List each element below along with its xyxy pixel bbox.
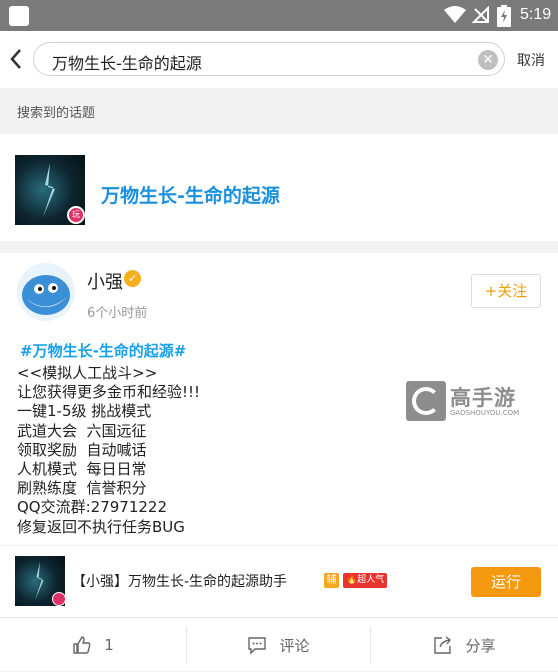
topic-result[interactable]: 玩 万物生长-生命的起源 — [0, 134, 558, 241]
share-icon — [434, 636, 452, 654]
game-badge — [52, 592, 66, 606]
action-bar: 1 评论 分享 — [0, 617, 558, 671]
search-input[interactable]: 万物生长-生命的起源 ✕ — [33, 42, 505, 76]
status-bar: 5:19 — [0, 0, 558, 31]
section-label: 搜索到的话题 — [17, 106, 96, 121]
share-label: 分享 — [465, 636, 496, 655]
back-arrow-icon[interactable] — [8, 47, 24, 71]
post-topic-tag[interactable]: #万物生长-生命的起源# — [20, 340, 186, 361]
avatar[interactable] — [17, 263, 75, 321]
post-card: 小强 ✓ 6个小时前 +关注 #万物生长-生命的起源# <<模拟人工战斗>> 让… — [0, 253, 558, 545]
run-button[interactable]: 运行 — [471, 567, 541, 597]
post-line: 领取奖励 自动喊话 — [17, 440, 147, 459]
thumbs-up-icon — [73, 636, 91, 654]
post-line: 刷熟练度 信誉积分 — [17, 479, 147, 498]
search-header: 万物生长-生命的起源 ✕ 取消 — [0, 31, 558, 88]
assistant-card[interactable]: 【小强】万物生长-生命的起源助手 辅 🔥超人气 运行 — [0, 545, 558, 617]
watermark-url: GAOSHOUYOU.COM — [450, 409, 520, 417]
clear-icon[interactable]: ✕ — [478, 50, 498, 70]
post-line: QQ交流群:27971222 — [17, 498, 168, 517]
popular-badge: 🔥超人气 — [343, 573, 388, 588]
notification-icon — [9, 6, 29, 26]
comment-icon — [248, 637, 267, 655]
post-line: <<模拟人工战斗>> — [17, 364, 158, 382]
comment-button[interactable]: 评论 — [187, 618, 370, 672]
post-line: 一键1-5级 挑战模式 — [17, 402, 152, 421]
watermark-logo: 高手游 GAOSHOUYOU.COM — [406, 381, 530, 421]
wifi-icon — [444, 6, 466, 23]
post-line: 让您获得更多金币和经验!!! — [17, 383, 201, 402]
verified-icon: ✓ — [124, 270, 141, 287]
post-line: 武道大会 六国远征 — [17, 421, 147, 440]
comment-label: 评论 — [279, 636, 310, 655]
post-line: 修复返回不执行任务BUG — [17, 517, 185, 536]
post-body: <<模拟人工战斗>> 让您获得更多金币和经验!!! 一键1-5级 挑战模式 武道… — [17, 364, 200, 537]
like-button[interactable]: 1 — [0, 618, 186, 672]
search-query[interactable]: 万物生长-生命的起源 — [52, 50, 202, 74]
watermark-name: 高手游 — [450, 386, 516, 410]
post-line: 人机模式 每日日常 — [17, 460, 147, 479]
topic-title[interactable]: 万物生长-生命的起源 — [101, 181, 280, 208]
logo-g-icon — [406, 381, 446, 421]
like-count: 1 — [104, 636, 114, 654]
cancel-button[interactable]: 取消 — [517, 50, 545, 70]
author-name[interactable]: 小强 — [87, 268, 123, 294]
signal-icon — [472, 6, 489, 23]
shark-avatar-icon — [22, 275, 70, 315]
follow-button[interactable]: +关注 — [471, 274, 541, 308]
battery-icon — [497, 5, 511, 27]
popular-badge-label: 超人气 — [357, 575, 385, 585]
clock: 5:19 — [520, 6, 552, 23]
post-time: 6个小时前 — [87, 306, 148, 321]
assistant-title[interactable]: 【小强】万物生长-生命的起源助手 — [72, 571, 287, 591]
game-badge: 玩 — [67, 206, 85, 224]
assist-badge: 辅 — [324, 573, 339, 588]
share-button[interactable]: 分享 — [371, 618, 558, 672]
